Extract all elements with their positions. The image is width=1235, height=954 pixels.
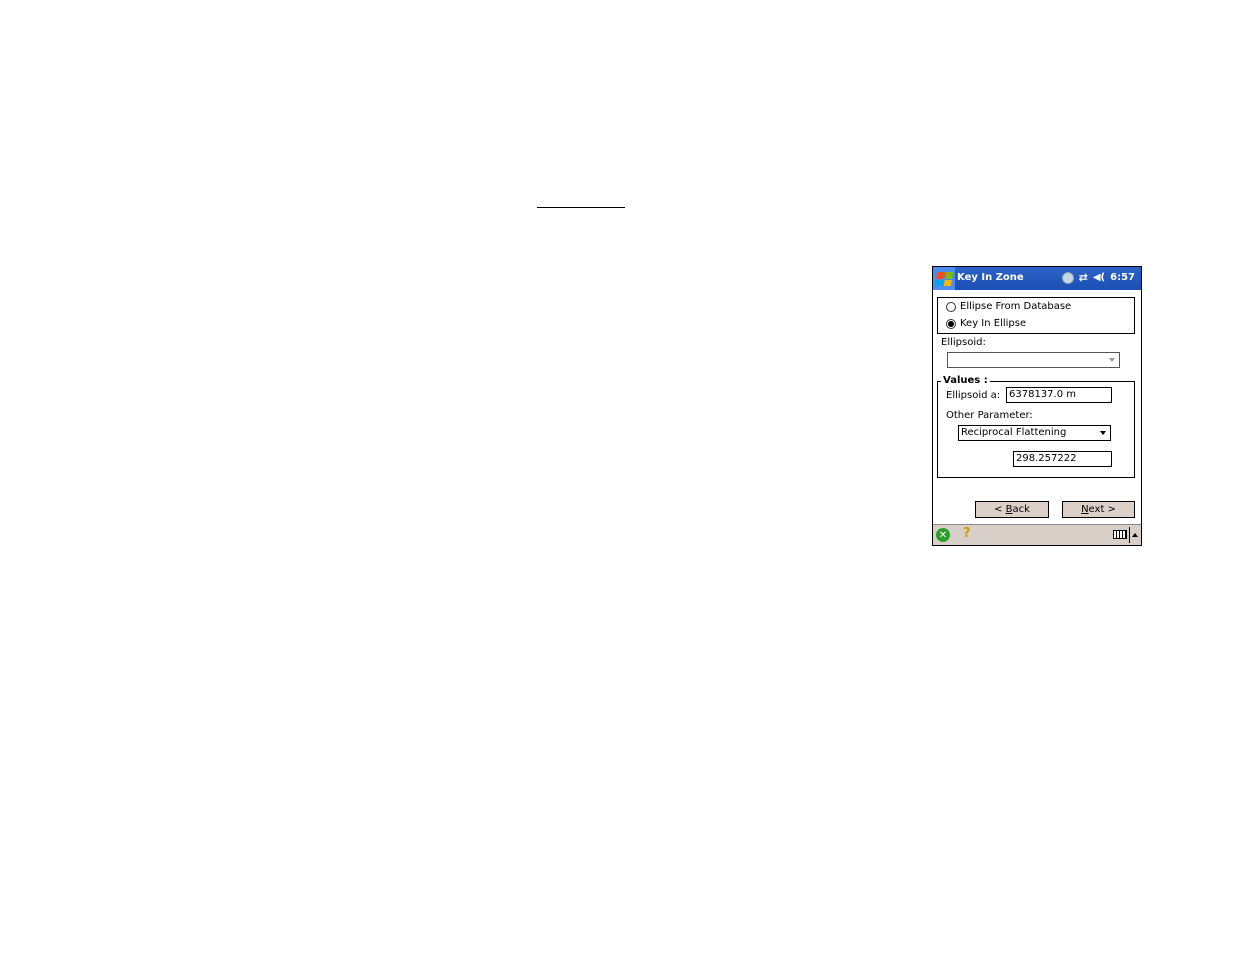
ellipsoid-label: Ellipsoid: (941, 337, 986, 348)
radio-label: Ellipse From Database (960, 301, 1072, 312)
ellipsoid-a-label: Ellipsoid a: (946, 390, 1001, 401)
ellipse-source-group: Ellipse From Database Key In Ellipse (937, 297, 1135, 334)
radio-ellipse-from-database[interactable]: Ellipse From Database (946, 301, 1071, 312)
sync-arrows-icon[interactable]: ⇄ (1079, 271, 1088, 284)
values-group-title: Values : (941, 375, 990, 386)
keyboard-icon[interactable] (1113, 530, 1127, 539)
ellipsoid-a-input[interactable]: 6378137.0 m (1006, 387, 1112, 403)
top-rule-line (537, 207, 625, 208)
back-prefix: < (994, 504, 1003, 515)
speaker-icon[interactable]: ◀( (1093, 272, 1105, 283)
back-mnemonic: B (1005, 504, 1013, 515)
windows-start-icon (934, 271, 954, 286)
pocketpc-screen: Key In Zone ⇄ ◀( 6:57 Ellipse From Datab… (932, 266, 1142, 546)
other-parameter-value-input[interactable]: 298.257222 (1013, 451, 1112, 467)
chevron-down-icon (1100, 431, 1106, 435)
window-title: Key In Zone (957, 272, 1024, 283)
help-icon[interactable]: ? (963, 526, 971, 541)
start-button[interactable] (933, 267, 955, 290)
title-bar: Key In Zone ⇄ ◀( 6:57 (933, 267, 1141, 290)
chevron-down-icon (1109, 358, 1115, 362)
sip-separator (1129, 527, 1130, 543)
radio-label: Key In Ellipse (960, 318, 1027, 329)
sip-menu-arrow-icon[interactable] (1132, 533, 1138, 537)
other-parameter-dropdown[interactable]: Reciprocal Flattening (958, 425, 1111, 441)
radio-selected-icon[interactable] (946, 318, 956, 329)
other-parameter-label: Other Parameter: (946, 410, 1033, 421)
radio-key-in-ellipse[interactable]: Key In Ellipse (946, 318, 1026, 329)
back-rest: ack (1012, 504, 1030, 515)
values-group: Values : Ellipsoid a: 6378137.0 m Other … (937, 375, 1135, 478)
clock[interactable]: 6:57 (1110, 272, 1135, 283)
next-rest: ext > (1088, 504, 1116, 515)
other-parameter-selected: Reciprocal Flattening (961, 427, 1067, 438)
ellipsoid-dropdown[interactable] (947, 352, 1120, 368)
close-ok-icon[interactable]: ✕ (936, 528, 950, 542)
next-mnemonic: N (1081, 504, 1089, 515)
back-button[interactable]: < Back (975, 501, 1049, 518)
connectivity-globe-icon[interactable] (1061, 271, 1074, 284)
status-icons: ⇄ ◀( 6:57 (1061, 271, 1135, 284)
next-button[interactable]: Next > (1062, 501, 1135, 518)
bottom-menu-bar: ✕ ? (933, 524, 1141, 545)
radio-circle-icon[interactable] (946, 301, 956, 312)
